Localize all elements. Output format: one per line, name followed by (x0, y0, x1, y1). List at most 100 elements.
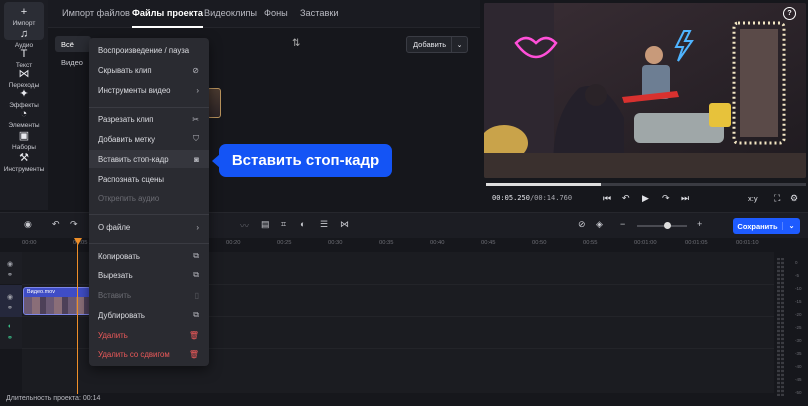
menu-item-8[interactable]: О файле › (89, 218, 209, 236)
link-icon[interactable]: ⚭ (7, 271, 13, 279)
link-icon[interactable]: ⚭ (7, 334, 13, 342)
media-thumbnail[interactable] (207, 88, 221, 118)
menu-item-icon: ▯ (194, 290, 199, 300)
crop-icon[interactable]: ⌗ (281, 219, 286, 230)
left-sidebar: + Импорт ♫ Аудио T Текст ⋈ Переходы ✦ Эффекты ◔ Эле… (0, 0, 48, 210)
link-icon[interactable]: ⚭ (7, 304, 13, 312)
sidebar-item-7[interactable]: ⚒ Инструменты (0, 148, 48, 186)
snap-icon[interactable]: ◈ (596, 219, 603, 230)
play-icon[interactable]: ▶ (642, 193, 649, 204)
tools-icon: ⚒ (19, 152, 29, 164)
adjust-icon[interactable]: ☰ (320, 219, 328, 230)
menu-item-label: Удалить (98, 330, 128, 340)
timecode: 00:05.250/00:14.760 (492, 194, 573, 202)
menu-item-0[interactable]: Воспроизведение / пауза (89, 41, 209, 59)
ruler-tick-label: 00:55 (583, 240, 598, 246)
tab-0[interactable]: Импорт файлов (62, 8, 130, 18)
meter-db-label: -45 (795, 377, 802, 382)
menu-item-label: Вырезать (98, 270, 133, 280)
zoom-out-icon[interactable]: − (620, 219, 625, 229)
filter-all[interactable]: Всё (55, 36, 91, 52)
ruler-tick-label: 00:00 (22, 240, 37, 246)
menu-item-9[interactable]: Копировать ⧉ (89, 247, 209, 265)
menu-item-label: Удалить со сдвигом (98, 349, 170, 359)
volume-meter-right (781, 258, 784, 396)
transition-tool-icon[interactable]: ⋈ (340, 219, 349, 230)
ruler-tick-label: 00:20 (226, 240, 241, 246)
sidebar-item-label: Инструменты (3, 166, 45, 173)
tooltip-callout: Вставить стоп-кадр (212, 144, 392, 177)
fullscreen-icon[interactable]: ⛶ (774, 193, 780, 204)
settings-icon[interactable]: ⚙ (790, 193, 798, 204)
ruler-tick-label: 00:25 (277, 240, 292, 246)
aspect-ratio[interactable]: x:y (748, 194, 758, 203)
clip-filmstrip (24, 297, 90, 314)
skip-forward-icon[interactable]: ⏭ (681, 193, 689, 204)
record-icon[interactable]: ◉ (24, 219, 32, 230)
text-icon: T (20, 48, 28, 60)
transitions-icon: ⋈ (18, 68, 30, 80)
ruler-tick-label: 00:01:00 (634, 240, 657, 246)
menu-item-label: Вставить стоп-кадр (98, 154, 169, 164)
speed-icon[interactable]: ◐ (300, 219, 305, 229)
menu-item-13[interactable]: Удалить 🗑 (89, 326, 209, 344)
chevron-down-icon[interactable]: ⌄ (451, 37, 467, 52)
track-head-empty: ◉ ⚭ (0, 252, 22, 284)
track-head-audio: ◖ ⚭ (0, 317, 22, 349)
menu-item-12[interactable]: Дублировать ⧉ (89, 306, 209, 324)
tab-4[interactable]: Заставки (300, 8, 339, 18)
undo-icon[interactable]: ↶ (52, 219, 60, 230)
menu-item-label: Вставить (98, 290, 132, 300)
captions-icon[interactable]: ▤ (261, 219, 270, 230)
playback-progress[interactable] (486, 183, 806, 186)
forward-icon[interactable]: ↷ (662, 193, 670, 204)
ruler-tick-label: 00:01:10 (736, 240, 759, 246)
menu-item-4[interactable]: Добавить метку ⛉ (89, 130, 209, 148)
menu-item-5[interactable]: Вставить стоп-кадр ◙ (89, 150, 209, 168)
preview-frame (484, 3, 806, 178)
add-button[interactable]: Добавить ⌄ (406, 36, 468, 53)
menu-item-2[interactable]: Инструменты видео › (89, 81, 209, 99)
menu-item-6[interactable]: Распознать сцены (89, 170, 209, 188)
menu-item-icon: ⛉ (193, 134, 199, 143)
sort-icon[interactable]: ⇅ (292, 38, 300, 49)
menu-item-10[interactable]: Вырезать ⧉ (89, 266, 209, 284)
menu-item-11: Вставить ▯ (89, 286, 209, 304)
audio-wave-icon[interactable]: 〰 (240, 219, 249, 232)
menu-item-icon: ⧉ (193, 251, 199, 260)
playhead-handle[interactable] (74, 238, 82, 245)
meter-db-label: -35 (795, 351, 802, 356)
help-icon[interactable]: ? (783, 7, 796, 20)
menu-item-14[interactable]: Удалить со сдвигом 🗑 (89, 345, 209, 363)
menu-item-3[interactable]: Разрезать клип ✂ (89, 110, 209, 128)
video-clip[interactable]: Видео.mov (23, 287, 91, 315)
zoom-knob[interactable] (664, 222, 671, 229)
redo-icon[interactable]: ↷ (70, 219, 78, 230)
zoom-in-icon[interactable]: + (697, 219, 702, 229)
eye-icon[interactable]: ◉ (7, 293, 13, 301)
zoom-slider[interactable] (637, 222, 687, 229)
audio-icon[interactable]: ◖ (7, 323, 11, 330)
menu-item-icon: ⧉ (193, 270, 199, 279)
menu-separator (89, 107, 209, 108)
tab-1[interactable]: Файлы проекта (132, 8, 203, 28)
menu-item-label: Дублировать (98, 310, 145, 320)
rewind-icon[interactable]: ↶ (622, 193, 630, 204)
skip-back-icon[interactable]: ⏮ (603, 193, 611, 204)
meter-db-label: -5 (795, 273, 800, 278)
menu-item-icon: ◙ (194, 154, 199, 164)
save-button[interactable]: Сохранить ⌄ (733, 218, 800, 234)
tab-2[interactable]: Видеоклипы (204, 8, 257, 18)
magnet-icon[interactable]: ⊘ (578, 219, 586, 230)
video-category[interactable]: Видео (61, 58, 83, 67)
progress-fill (486, 183, 602, 186)
menu-item-1[interactable]: Скрывать клип ⊘ (89, 61, 209, 79)
tab-3[interactable]: Фоны (264, 8, 288, 18)
track-head-video: ◉ ⚭ (0, 285, 22, 317)
menu-item-7: Открепить аудио (89, 189, 209, 207)
playhead-line[interactable] (77, 244, 78, 394)
eye-icon[interactable]: ◉ (7, 260, 13, 268)
menu-item-label: Воспроизведение / пауза (98, 45, 190, 55)
chevron-down-icon[interactable]: ⌄ (782, 222, 800, 230)
timecode-current: 00:05.250 (492, 194, 530, 202)
